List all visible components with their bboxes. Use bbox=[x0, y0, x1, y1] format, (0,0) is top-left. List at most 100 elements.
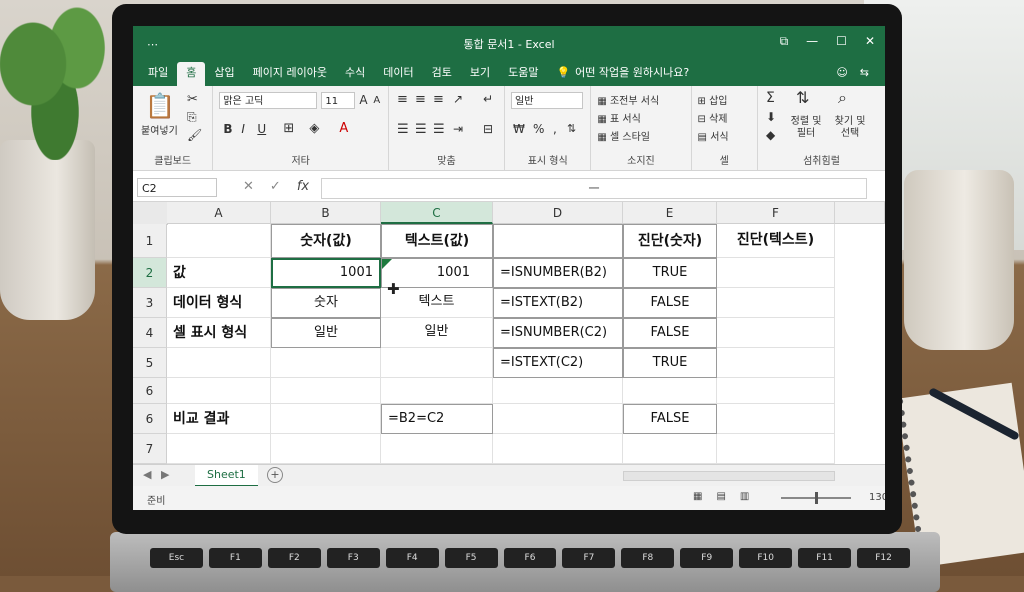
font-size-select[interactable]: 11 bbox=[321, 92, 356, 109]
font-color-icon[interactable]: A bbox=[339, 121, 348, 136]
find-select-button[interactable]: 찾기 및 선택 bbox=[830, 116, 870, 140]
name-box[interactable]: C2 bbox=[137, 178, 217, 197]
tell-me-box[interactable]: 💡 어떤 작업을 원하시나요? bbox=[547, 62, 698, 86]
cell-b7[interactable] bbox=[271, 404, 381, 434]
align-left-icon[interactable]: ☰ bbox=[397, 122, 409, 137]
cell-c8[interactable] bbox=[381, 434, 493, 464]
cancel-icon[interactable]: ✕ bbox=[243, 179, 254, 194]
sheet-tab-sheet1[interactable]: Sheet1 bbox=[195, 465, 258, 487]
sheet-next-icon[interactable]: ▶ bbox=[161, 468, 169, 481]
minimize-icon[interactable]: — bbox=[806, 34, 818, 49]
ribbon-options-icon[interactable]: ⇆ bbox=[860, 66, 869, 79]
column-header-c[interactable]: C bbox=[381, 202, 493, 224]
number-format-select[interactable]: 일반 bbox=[511, 92, 584, 109]
column-header-d[interactable]: D bbox=[493, 202, 623, 224]
restore-icon[interactable]: ⧉ bbox=[780, 34, 789, 49]
row-header-3[interactable]: 3 bbox=[133, 288, 167, 318]
sheet-prev-icon[interactable]: ◀ bbox=[143, 468, 151, 481]
conditional-format-button[interactable]: ▦ 조전부 서식 bbox=[597, 92, 659, 107]
page-layout-view-icon[interactable]: ▤ bbox=[716, 491, 725, 502]
normal-view-icon[interactable]: ▦ bbox=[693, 491, 702, 502]
cell-e1[interactable]: 진단(숫자) bbox=[623, 224, 717, 258]
decimal-icon[interactable]: ⇅ bbox=[567, 122, 576, 135]
error-indicator-icon[interactable] bbox=[382, 259, 392, 269]
underline-button[interactable]: U bbox=[257, 122, 266, 136]
tab-formulas[interactable]: 수식 bbox=[336, 62, 374, 86]
fill-color-icon[interactable]: ◈ bbox=[309, 121, 319, 136]
tab-view[interactable]: 보기 bbox=[461, 62, 499, 86]
align-bottom-icon[interactable]: ≡ bbox=[433, 92, 444, 107]
cell-c6[interactable] bbox=[381, 378, 493, 404]
cell-styles-button[interactable]: ▦ 셀 스타일 bbox=[597, 128, 650, 143]
font-name-select[interactable]: 맑은 고딕 bbox=[219, 92, 318, 109]
currency-icon[interactable]: ₩ bbox=[513, 122, 525, 136]
cell-b2[interactable]: 1001 bbox=[271, 258, 381, 288]
clear-icon[interactable]: ◆ bbox=[766, 128, 775, 142]
enter-icon[interactable]: ✓ bbox=[270, 179, 281, 194]
cell-f2[interactable] bbox=[717, 258, 835, 288]
row-header-6a[interactable]: 6 bbox=[133, 378, 167, 404]
delete-cells-button[interactable]: ⊟ 삭제 bbox=[698, 110, 728, 125]
cell-d3[interactable]: =ISTEXT(B2) bbox=[493, 288, 623, 318]
share-icon[interactable]: ☺ bbox=[836, 66, 847, 79]
cell-d2[interactable]: =ISNUMBER(B2) bbox=[493, 258, 623, 288]
add-sheet-icon[interactable]: + bbox=[267, 467, 283, 483]
insert-cells-button[interactable]: ⊞ 삽입 bbox=[698, 92, 728, 107]
tab-insert[interactable]: 삽입 bbox=[205, 62, 243, 86]
cell-b1[interactable]: 숫자(값) bbox=[271, 224, 381, 258]
column-header-a[interactable]: A bbox=[167, 202, 271, 224]
cell-f7[interactable] bbox=[717, 404, 835, 434]
select-all-corner[interactable] bbox=[133, 202, 168, 225]
paste-button[interactable]: 붙여넣기 bbox=[141, 122, 178, 137]
cell-b4[interactable]: 일반 bbox=[271, 318, 381, 348]
cell-a7[interactable]: 비교 결과 bbox=[167, 404, 271, 434]
autosum-icon[interactable]: Σ bbox=[766, 90, 775, 106]
cell-a2[interactable]: 값 bbox=[167, 258, 271, 288]
cell-c4[interactable]: 일반 bbox=[381, 318, 493, 348]
cell-e6[interactable] bbox=[623, 378, 717, 404]
tab-file[interactable]: 파일 bbox=[139, 62, 177, 86]
formula-input[interactable]: 一 bbox=[321, 178, 867, 199]
comma-icon[interactable]: , bbox=[553, 122, 557, 136]
cell-c5[interactable] bbox=[381, 348, 493, 378]
cell-c7[interactable]: =B2=C2 bbox=[381, 404, 493, 434]
cell-a3[interactable]: 데이터 형식 bbox=[167, 288, 271, 318]
grow-font-button[interactable]: A bbox=[359, 93, 367, 107]
tab-data[interactable]: 데이터 bbox=[374, 62, 422, 86]
cell-d4[interactable]: =ISNUMBER(C2) bbox=[493, 318, 623, 348]
bold-button[interactable]: B bbox=[223, 122, 232, 136]
column-header-b[interactable]: B bbox=[271, 202, 381, 224]
align-right-icon[interactable]: ☰ bbox=[433, 122, 445, 137]
cell-a6[interactable] bbox=[167, 378, 271, 404]
cell-a1[interactable] bbox=[167, 224, 271, 258]
row-header-2[interactable]: 2 bbox=[133, 258, 167, 288]
cell-e3[interactable]: FALSE bbox=[623, 288, 717, 318]
cell-f4[interactable] bbox=[717, 318, 835, 348]
shrink-font-button[interactable]: A bbox=[373, 95, 380, 106]
merge-icon[interactable]: ⊟ bbox=[483, 122, 493, 136]
cell-a5[interactable] bbox=[167, 348, 271, 378]
cell-e4[interactable]: FALSE bbox=[623, 318, 717, 348]
cell-f3[interactable] bbox=[717, 288, 835, 318]
row-header-6b[interactable]: 6 bbox=[133, 404, 167, 434]
cell-e2[interactable]: TRUE bbox=[623, 258, 717, 288]
cell-a8[interactable] bbox=[167, 434, 271, 464]
cell-b6[interactable] bbox=[271, 378, 381, 404]
cell-c1[interactable]: 텍스트(값) bbox=[381, 224, 493, 258]
cell-f8[interactable] bbox=[717, 434, 835, 464]
row-header-1[interactable]: 1 bbox=[133, 224, 167, 258]
cell-b3[interactable]: 숫자 bbox=[271, 288, 381, 318]
cell-e5[interactable]: TRUE bbox=[623, 348, 717, 378]
italic-button[interactable]: I bbox=[241, 122, 245, 136]
fill-icon[interactable]: ⬇ bbox=[766, 110, 776, 124]
row-header-5[interactable]: 5 bbox=[133, 348, 167, 378]
copy-icon[interactable]: ⎘ bbox=[187, 110, 197, 125]
tab-page-layout[interactable]: 페이지 레이아웃 bbox=[244, 62, 336, 86]
tab-help[interactable]: 도움말 bbox=[499, 62, 547, 86]
find-select-icon[interactable]: ⌕ bbox=[838, 88, 847, 108]
zoom-level[interactable]: 130% bbox=[869, 492, 885, 503]
cell-e7[interactable]: FALSE bbox=[623, 404, 717, 434]
row-header-7[interactable]: 7 bbox=[133, 434, 167, 464]
cell-b8[interactable] bbox=[271, 434, 381, 464]
cell-a4[interactable]: 셀 표시 형식 bbox=[167, 318, 271, 348]
